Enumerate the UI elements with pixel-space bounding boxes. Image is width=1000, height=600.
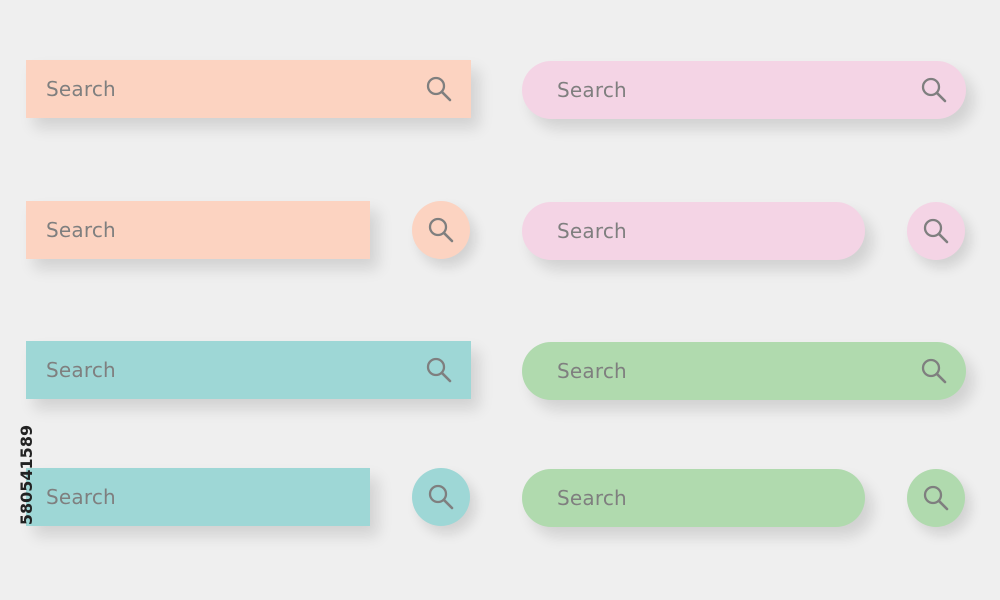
search-icon	[425, 481, 457, 513]
search-placeholder: Search	[46, 485, 116, 509]
search-bar-green-short[interactable]: Search	[522, 469, 865, 527]
search-button-pink[interactable]	[907, 202, 965, 260]
stock-id-label: 580541589	[17, 360, 40, 590]
search-button-green[interactable]	[907, 469, 965, 527]
search-bar-pink-short[interactable]: Search	[522, 202, 865, 260]
search-placeholder: Search	[557, 486, 627, 510]
search-bar-green-wide[interactable]: Search	[522, 342, 966, 400]
search-bar-pink-wide[interactable]: Search	[522, 61, 966, 119]
search-bar-teal-short[interactable]: Search	[26, 468, 370, 526]
stock-id-text: 580541589	[17, 424, 36, 526]
search-button-teal[interactable]	[412, 468, 470, 526]
search-placeholder: Search	[557, 78, 627, 102]
search-bar-peach-wide[interactable]: Search	[26, 60, 471, 118]
search-placeholder: Search	[557, 359, 627, 383]
search-icon[interactable]	[423, 354, 455, 386]
search-icon	[425, 214, 457, 246]
search-placeholder: Search	[46, 77, 116, 101]
search-icon[interactable]	[423, 73, 455, 105]
search-bar-peach-short[interactable]: Search	[26, 201, 370, 259]
search-icon[interactable]	[918, 74, 950, 106]
search-button-peach[interactable]	[412, 201, 470, 259]
search-placeholder: Search	[46, 358, 116, 382]
search-placeholder: Search	[46, 218, 116, 242]
search-icon[interactable]	[918, 355, 950, 387]
search-placeholder: Search	[557, 219, 627, 243]
search-bar-teal-wide[interactable]: Search	[26, 341, 471, 399]
search-icon	[920, 215, 952, 247]
search-icon	[920, 482, 952, 514]
